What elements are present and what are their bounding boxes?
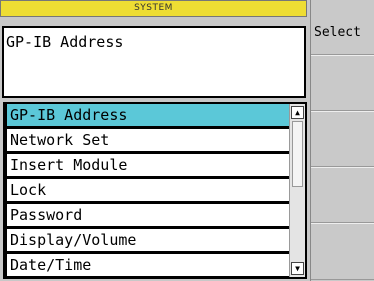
menu-scrollbar[interactable]: ▲ ▼ [289,104,305,277]
menu-item-gpib-address[interactable]: GP-IB Address [7,104,289,126]
screen-title: SYSTEM [134,3,173,13]
menu-item-insert-module[interactable]: Insert Module [7,154,289,176]
softkey-4[interactable] [311,168,374,224]
scrollbar-thumb[interactable] [292,121,303,187]
softkey-panel: Select [310,0,374,281]
softkey-2[interactable] [311,56,374,112]
softkey-select-label: Select [314,25,361,40]
softkey-3[interactable] [311,112,374,168]
softkey-5[interactable] [311,224,374,280]
current-setting-label: GP-IB Address [6,33,124,51]
scroll-down-icon[interactable]: ▼ [291,262,304,275]
softkey-select[interactable]: Select [311,0,374,56]
screen-title-bar: SYSTEM [0,0,307,17]
menu-item-password[interactable]: Password [7,204,289,226]
menu-item-lock[interactable]: Lock [7,179,289,201]
menu-item-display-volume[interactable]: Display/Volume [7,229,289,251]
scroll-up-icon[interactable]: ▲ [291,106,304,119]
menu-item-date-time[interactable]: Date/Time [7,254,289,276]
settings-menu-list: GP-IB Address Network Set Insert Module … [3,102,307,279]
menu-item-network-set[interactable]: Network Set [7,129,289,151]
